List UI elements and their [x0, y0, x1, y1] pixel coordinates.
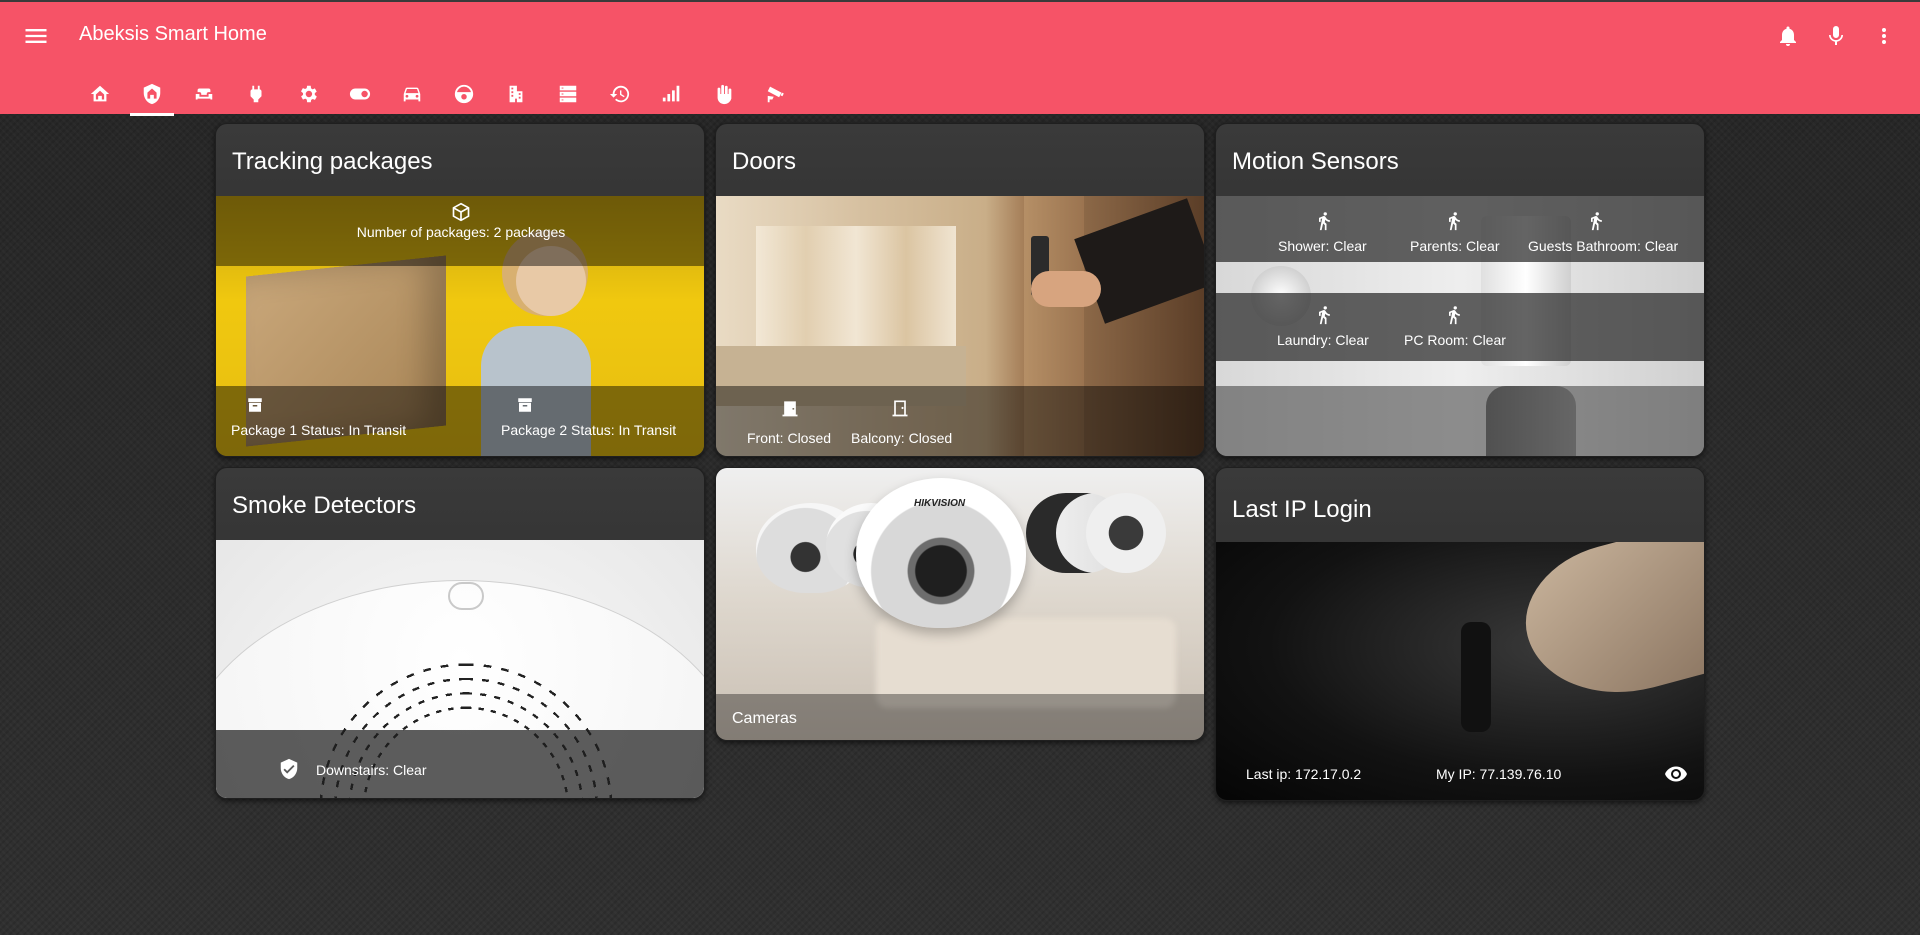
card-title: Last IP Login [1232, 496, 1372, 523]
smoke-picture: Downstairs: Clear [216, 540, 704, 798]
balcony-door-status[interactable]: Balcony: Closed [851, 430, 952, 446]
package-1-status[interactable]: Package 1 Status: In Transit [231, 422, 406, 438]
ip-card: Last IP Login Last ip: 172.17.0.2 My IP:… [1215, 467, 1705, 801]
hand-sleeve [1074, 198, 1204, 324]
walk-icon [1314, 210, 1334, 232]
motion-parents-status[interactable]: Parents: Clear [1410, 238, 1499, 254]
walk-icon [1444, 210, 1464, 232]
app-title: Abeksis Smart Home [79, 23, 267, 45]
package-variant-icon [451, 202, 471, 222]
motion-laundry-status[interactable]: Laundry: Clear [1277, 332, 1369, 348]
walk-icon [1314, 304, 1334, 326]
motion-bottom-shade [1216, 386, 1704, 456]
cameras-picture: HIKVISION Cameras [716, 468, 1204, 740]
doors-picture: Front: Closed Balcony: Closed [716, 196, 1204, 456]
smoke-card: Smoke Detectors Downstairs: Clear [215, 467, 705, 799]
cog-icon[interactable] [282, 72, 334, 116]
motion-card: Motion Sensors Shower: Clear Parents: Cl… [1215, 123, 1705, 457]
last-ip-value: Last ip: 172.17.0.2 [1246, 766, 1362, 782]
package-1-icon [246, 396, 264, 414]
doors-card: Doors Front: Closed Balcony: Closed [715, 123, 1205, 457]
motion-pc-room-status[interactable]: PC Room: Clear [1404, 332, 1506, 348]
view-tabs [74, 72, 802, 116]
shield-check-icon [278, 758, 300, 780]
microphone-icon[interactable] [1822, 22, 1850, 50]
packages-picture: Number of packages: 2 packages Package 1… [216, 196, 704, 456]
detector-logo [448, 582, 484, 610]
menu-icon[interactable] [22, 22, 50, 50]
camera-bullet-2 [1086, 493, 1166, 573]
package-2-icon [516, 396, 534, 414]
door-closed-icon [780, 398, 800, 418]
top-toolbar: Abeksis Smart Home [0, 2, 1920, 68]
walk-icon [1444, 304, 1464, 326]
motion-picture: Shower: Clear Parents: Clear Guests Bath… [1216, 196, 1704, 456]
ip-picture: Last ip: 172.17.0.2 My IP: 77.139.76.10 [1216, 542, 1704, 800]
package-2-status[interactable]: Package 2 Status: In Transit [501, 422, 676, 438]
my-ip-value: My IP: 77.139.76.10 [1436, 766, 1562, 782]
camera-brand: HIKVISION [914, 498, 966, 509]
car-icon[interactable] [386, 72, 438, 116]
home-automation-icon[interactable] [74, 72, 126, 116]
motion-guests-bathroom-status[interactable]: Guests Bathroom: Clear [1528, 238, 1678, 254]
toggle-switch-icon[interactable] [334, 72, 386, 116]
hand-icon[interactable] [698, 72, 750, 116]
cameras-label: Cameras [732, 710, 797, 727]
packages-count: Number of packages: 2 packages [356, 224, 566, 240]
office-building-icon[interactable] [490, 72, 542, 116]
hand [1031, 271, 1101, 307]
card-title: Smoke Detectors [232, 492, 417, 519]
doors-status-strip [716, 386, 1204, 456]
home-shield-icon[interactable] [126, 72, 178, 116]
app-header: Abeksis Smart Home [0, 0, 1920, 116]
door-outline-icon [890, 398, 910, 418]
signal-bars-icon[interactable] [646, 72, 698, 116]
cameras-card[interactable]: HIKVISION Cameras [715, 467, 1205, 741]
cctv-icon[interactable] [750, 72, 802, 116]
walk-icon [1586, 210, 1606, 232]
more-vert-icon[interactable] [1870, 22, 1898, 50]
eye-icon[interactable] [1664, 762, 1688, 786]
tiny-figure [1461, 622, 1491, 732]
server-icon[interactable] [542, 72, 594, 116]
card-title: Tracking packages [232, 148, 433, 175]
card-title: Motion Sensors [1232, 148, 1399, 175]
front-door-status[interactable]: Front: Closed [747, 430, 831, 446]
smoke-downstairs-status[interactable]: Downstairs: Clear [316, 762, 426, 778]
header-actions [1774, 22, 1898, 50]
finger-silhouette [1509, 542, 1704, 716]
motion-shower-status[interactable]: Shower: Clear [1278, 238, 1367, 254]
bell-icon[interactable] [1774, 22, 1802, 50]
robot-vacuum-icon[interactable] [438, 72, 490, 116]
history-icon[interactable] [594, 72, 646, 116]
sofa-icon[interactable] [178, 72, 230, 116]
packages-card: Tracking packages Number of packages: 2 … [215, 123, 705, 457]
power-plug-icon[interactable] [230, 72, 282, 116]
card-title: Doors [732, 148, 797, 175]
